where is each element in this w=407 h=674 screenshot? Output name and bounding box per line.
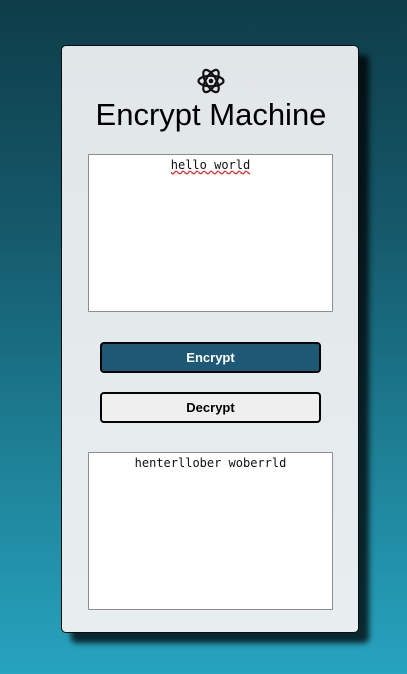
ciphertext-output[interactable]: [88, 452, 333, 610]
encrypt-machine-card: Encrypt Machine hello world Encrypt Decr…: [61, 45, 359, 633]
decrypt-button[interactable]: Decrypt: [100, 392, 321, 423]
atom-icon: [197, 66, 225, 96]
app-title: Encrypt Machine: [95, 97, 327, 132]
plaintext-input[interactable]: [88, 154, 333, 312]
encrypt-button[interactable]: Encrypt: [100, 342, 321, 373]
